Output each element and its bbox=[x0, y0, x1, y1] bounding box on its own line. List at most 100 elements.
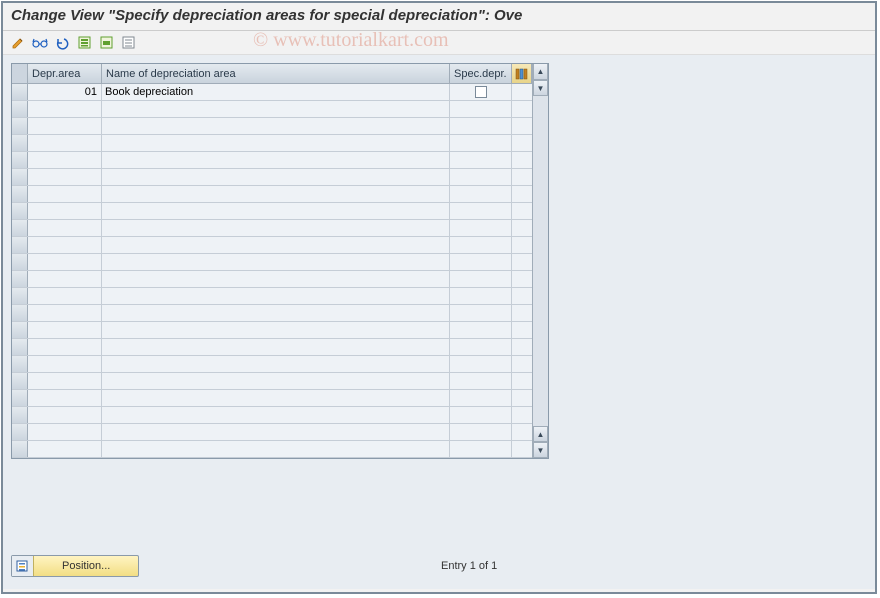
cell-name[interactable] bbox=[102, 322, 450, 338]
cell-depr-area[interactable] bbox=[28, 203, 102, 219]
cell-spec-depr[interactable] bbox=[450, 339, 512, 355]
cell-name[interactable] bbox=[102, 356, 450, 372]
cell-name[interactable] bbox=[102, 169, 450, 185]
col-header-name[interactable]: Name of depreciation area bbox=[102, 64, 450, 83]
change-icon[interactable] bbox=[9, 34, 27, 52]
cell-depr-area[interactable] bbox=[28, 441, 102, 457]
row-selector[interactable] bbox=[12, 339, 28, 355]
cell-name[interactable] bbox=[102, 118, 450, 134]
cell-spec-depr[interactable] bbox=[450, 322, 512, 338]
cell-name[interactable] bbox=[102, 305, 450, 321]
cell-name[interactable] bbox=[102, 135, 450, 151]
cell-depr-area[interactable] bbox=[28, 322, 102, 338]
cell-spec-depr[interactable] bbox=[450, 441, 512, 457]
deselect-all-icon[interactable] bbox=[119, 34, 137, 52]
cell-name[interactable] bbox=[102, 237, 450, 253]
row-selector[interactable] bbox=[12, 220, 28, 236]
cell-name[interactable] bbox=[102, 186, 450, 202]
cell-depr-area[interactable] bbox=[28, 271, 102, 287]
cell-spec-depr[interactable] bbox=[450, 169, 512, 185]
cell-name[interactable] bbox=[102, 220, 450, 236]
cell-spec-depr[interactable] bbox=[450, 135, 512, 151]
cell-spec-depr[interactable] bbox=[450, 254, 512, 270]
cell-depr-area[interactable] bbox=[28, 305, 102, 321]
row-selector[interactable] bbox=[12, 288, 28, 304]
cell-depr-area[interactable] bbox=[28, 220, 102, 236]
cell-depr-area[interactable] bbox=[28, 118, 102, 134]
cell-spec-depr[interactable] bbox=[450, 373, 512, 389]
row-selector[interactable] bbox=[12, 305, 28, 321]
cell-name[interactable] bbox=[102, 390, 450, 406]
cell-name[interactable] bbox=[102, 424, 450, 440]
cell-name[interactable] bbox=[102, 407, 450, 423]
cell-depr-area[interactable] bbox=[28, 254, 102, 270]
cell-spec-depr[interactable] bbox=[450, 305, 512, 321]
cell-spec-depr[interactable] bbox=[450, 356, 512, 372]
row-selector[interactable] bbox=[12, 407, 28, 423]
row-selector[interactable] bbox=[12, 271, 28, 287]
cell-depr-area[interactable] bbox=[28, 237, 102, 253]
row-selector[interactable] bbox=[12, 118, 28, 134]
cell-spec-depr[interactable] bbox=[450, 407, 512, 423]
cell-depr-area[interactable] bbox=[28, 135, 102, 151]
cell-spec-depr[interactable] bbox=[450, 186, 512, 202]
cell-depr-area[interactable] bbox=[28, 101, 102, 117]
scroll-track[interactable] bbox=[533, 96, 548, 426]
cell-name[interactable] bbox=[102, 271, 450, 287]
cell-name[interactable] bbox=[102, 441, 450, 457]
cell-spec-depr[interactable] bbox=[450, 390, 512, 406]
cell-name[interactable] bbox=[102, 339, 450, 355]
cell-depr-area[interactable]: 01 bbox=[28, 84, 102, 100]
row-selector[interactable] bbox=[12, 237, 28, 253]
row-selector[interactable] bbox=[12, 356, 28, 372]
col-header-spec-depr[interactable]: Spec.depr. bbox=[450, 64, 512, 83]
undo-icon[interactable] bbox=[53, 34, 71, 52]
cell-depr-area[interactable] bbox=[28, 288, 102, 304]
select-all-icon[interactable] bbox=[75, 34, 93, 52]
cell-spec-depr[interactable] bbox=[450, 152, 512, 168]
row-selector[interactable] bbox=[12, 84, 28, 100]
cell-name[interactable] bbox=[102, 152, 450, 168]
row-selector[interactable] bbox=[12, 152, 28, 168]
cell-name[interactable] bbox=[102, 373, 450, 389]
cell-depr-area[interactable] bbox=[28, 424, 102, 440]
cell-name[interactable] bbox=[102, 254, 450, 270]
cell-name[interactable] bbox=[102, 203, 450, 219]
row-selector[interactable] bbox=[12, 322, 28, 338]
cell-depr-area[interactable] bbox=[28, 169, 102, 185]
cell-spec-depr[interactable] bbox=[450, 271, 512, 287]
cell-depr-area[interactable] bbox=[28, 152, 102, 168]
scroll-down-icon[interactable]: ▼ bbox=[533, 442, 548, 458]
cell-spec-depr[interactable] bbox=[450, 203, 512, 219]
checkbox[interactable] bbox=[475, 86, 487, 98]
cell-depr-area[interactable] bbox=[28, 373, 102, 389]
row-selector[interactable] bbox=[12, 186, 28, 202]
cell-depr-area[interactable] bbox=[28, 186, 102, 202]
cell-depr-area[interactable] bbox=[28, 339, 102, 355]
position-button[interactable]: Position... bbox=[11, 555, 139, 577]
row-selector[interactable] bbox=[12, 373, 28, 389]
row-selector[interactable] bbox=[12, 135, 28, 151]
cell-spec-depr[interactable] bbox=[450, 220, 512, 236]
row-selector[interactable] bbox=[12, 390, 28, 406]
cell-spec-depr[interactable] bbox=[450, 288, 512, 304]
cell-spec-depr[interactable] bbox=[450, 118, 512, 134]
select-block-icon[interactable] bbox=[97, 34, 115, 52]
table-config-icon[interactable] bbox=[512, 64, 532, 83]
row-selector[interactable] bbox=[12, 441, 28, 457]
cell-name[interactable] bbox=[102, 101, 450, 117]
cell-depr-area[interactable] bbox=[28, 407, 102, 423]
row-selector[interactable] bbox=[12, 203, 28, 219]
row-selector[interactable] bbox=[12, 101, 28, 117]
scroll-down-small-icon[interactable]: ▼ bbox=[533, 80, 548, 96]
cell-spec-depr[interactable] bbox=[450, 424, 512, 440]
scroll-up-small-icon[interactable]: ▲ bbox=[533, 426, 548, 442]
cell-depr-area[interactable] bbox=[28, 390, 102, 406]
scroll-up-icon[interactable]: ▲ bbox=[533, 64, 548, 80]
glasses-icon[interactable] bbox=[31, 34, 49, 52]
cell-spec-depr[interactable] bbox=[450, 101, 512, 117]
cell-depr-area[interactable] bbox=[28, 356, 102, 372]
cell-name[interactable] bbox=[102, 288, 450, 304]
row-selector[interactable] bbox=[12, 424, 28, 440]
col-header-depr-area[interactable]: Depr.area bbox=[28, 64, 102, 83]
